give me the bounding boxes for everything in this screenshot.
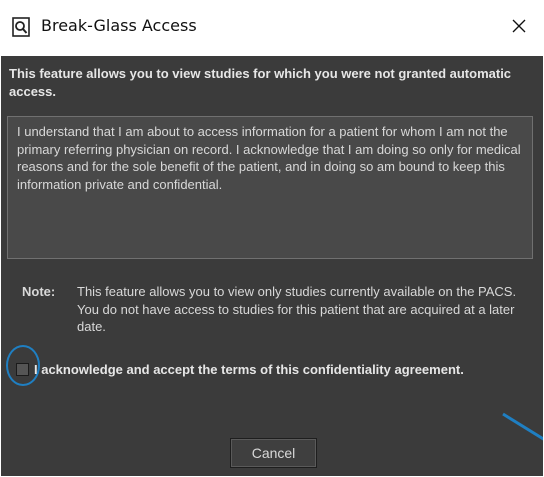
close-icon[interactable] — [512, 19, 526, 38]
magnifier-document-icon — [12, 17, 30, 37]
note-label: Note: — [22, 284, 56, 299]
break-glass-dialog: Break-Glass Access This feature allows y… — [0, 0, 544, 477]
intro-text: This feature allows you to view studies … — [9, 66, 512, 99]
close-button[interactable] — [494, 0, 544, 56]
title-bar: Break-Glass Access — [0, 0, 544, 56]
acknowledge-checkbox[interactable] — [16, 363, 29, 376]
agreement-text: I understand that I am about to access i… — [17, 124, 521, 192]
window-title: Break-Glass Access — [41, 16, 197, 35]
dialog-body: This feature allows you to view studies … — [1, 56, 543, 476]
agreement-text-area[interactable]: I understand that I am about to access i… — [7, 116, 533, 259]
acknowledge-label[interactable]: I acknowledge and accept the terms of th… — [34, 361, 464, 378]
note-text: This feature allows you to view only stu… — [77, 284, 517, 334]
pointer-stroke-annotation — [502, 412, 543, 441]
cancel-button[interactable]: Cancel — [230, 438, 317, 468]
